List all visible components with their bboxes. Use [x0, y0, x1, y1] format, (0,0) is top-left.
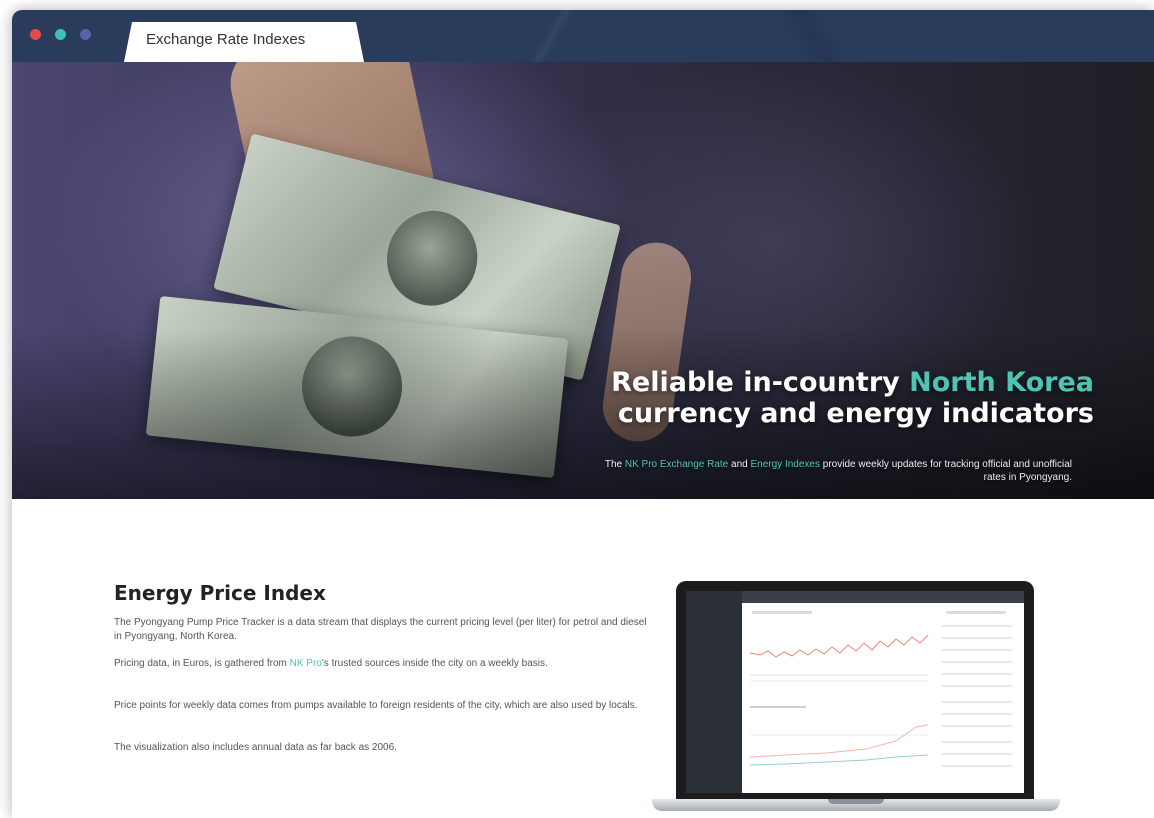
dashboard-chart-icon: [749, 634, 929, 766]
hero-subtitle: The NK Pro Exchange Rate and Energy Inde…: [604, 459, 1072, 483]
browser-window: Exchange Rate Indexes Reliable in-countr…: [12, 10, 1154, 818]
paragraph-3: Price points for weekly data comes from …: [114, 700, 638, 711]
title-bar: Exchange Rate Indexes: [12, 10, 1154, 62]
nk-pro-link[interactable]: NK Pro: [290, 658, 322, 669]
tab-exchange-rate-indexes[interactable]: Exchange Rate Indexes: [124, 22, 364, 62]
minimize-dot-icon[interactable]: [55, 29, 66, 40]
paragraph-4: The visualization also includes annual d…: [114, 742, 397, 753]
hero-title: Reliable in-country North Korea currency…: [611, 367, 1094, 429]
paragraph-2: Pricing data, in Euros, is gathered from…: [114, 658, 548, 669]
paragraph-1: The Pyongyang Pump Price Tracker is a da…: [114, 617, 647, 642]
hero-banner: Reliable in-country North Korea currency…: [12, 62, 1154, 499]
section-title: Energy Price Index: [114, 581, 326, 605]
maximize-dot-icon[interactable]: [80, 29, 91, 40]
laptop-preview-image: [652, 581, 1060, 818]
close-dot-icon[interactable]: [30, 29, 41, 40]
dashboard-screenshot: [686, 591, 1024, 793]
energy-indexes-link[interactable]: Energy Indexes: [751, 459, 821, 470]
window-controls: [30, 29, 91, 40]
tab-label: Exchange Rate Indexes: [146, 31, 306, 48]
energy-section: Energy Price Index The Pyongyang Pump Pr…: [12, 499, 1154, 818]
exchange-rate-link[interactable]: NK Pro Exchange Rate: [625, 459, 728, 470]
